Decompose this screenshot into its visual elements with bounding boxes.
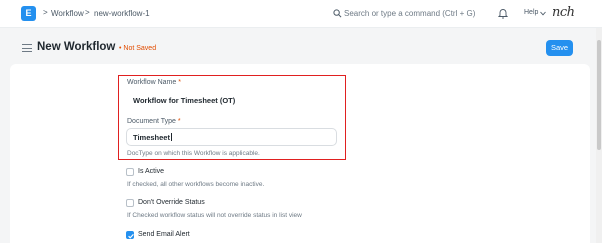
page-title: New Workflow [37,41,116,53]
breadcrumb-separator: > [43,8,48,17]
top-navbar: E > Workflow > new-workflow-1 Search or … [0,0,602,28]
document-type-value[interactable]: Timesheet [133,133,172,142]
dont-override-status-help: If Checked workflow status will not over… [127,212,302,219]
scrollbar-thumb[interactable] [597,40,601,150]
breadcrumb-workflow[interactable]: Workflow [51,9,84,18]
workflow-name-value: Workflow for Timesheet (OT) [133,96,236,105]
dont-override-status-label[interactable]: Don't Override Status [138,199,205,206]
breadcrumb-current-doc[interactable]: new-workflow-1 [94,9,150,18]
unsaved-indicator: • Not Saved [119,45,157,52]
app-logo[interactable]: E [21,6,36,21]
send-email-alert-label[interactable]: Send Email Alert [138,231,190,238]
help-menu[interactable]: Help [524,9,538,16]
search-input[interactable]: Search or type a command (Ctrl + G) [344,9,475,18]
document-type-help: DocType on which this Workflow is applic… [127,150,260,157]
is-active-label[interactable]: Is Active [138,168,164,175]
chevron-down-icon [540,11,546,16]
is-active-checkbox[interactable] [126,168,134,176]
workflow-name-label: Workflow Name * [127,79,181,86]
document-type-label: Document Type * [127,118,181,125]
is-active-help: If checked, all other workflows become i… [127,181,265,188]
search-icon [333,9,342,18]
notification-bell-icon[interactable] [498,8,508,19]
dont-override-status-checkbox[interactable] [126,199,134,207]
checkmark-icon [128,233,134,239]
send-email-alert-checkbox[interactable] [126,231,134,239]
user-avatar[interactable]: nch [552,5,575,20]
save-button[interactable]: Save [546,40,573,56]
breadcrumb-separator: > [85,8,90,17]
sidebar-toggle-icon[interactable] [22,44,32,52]
